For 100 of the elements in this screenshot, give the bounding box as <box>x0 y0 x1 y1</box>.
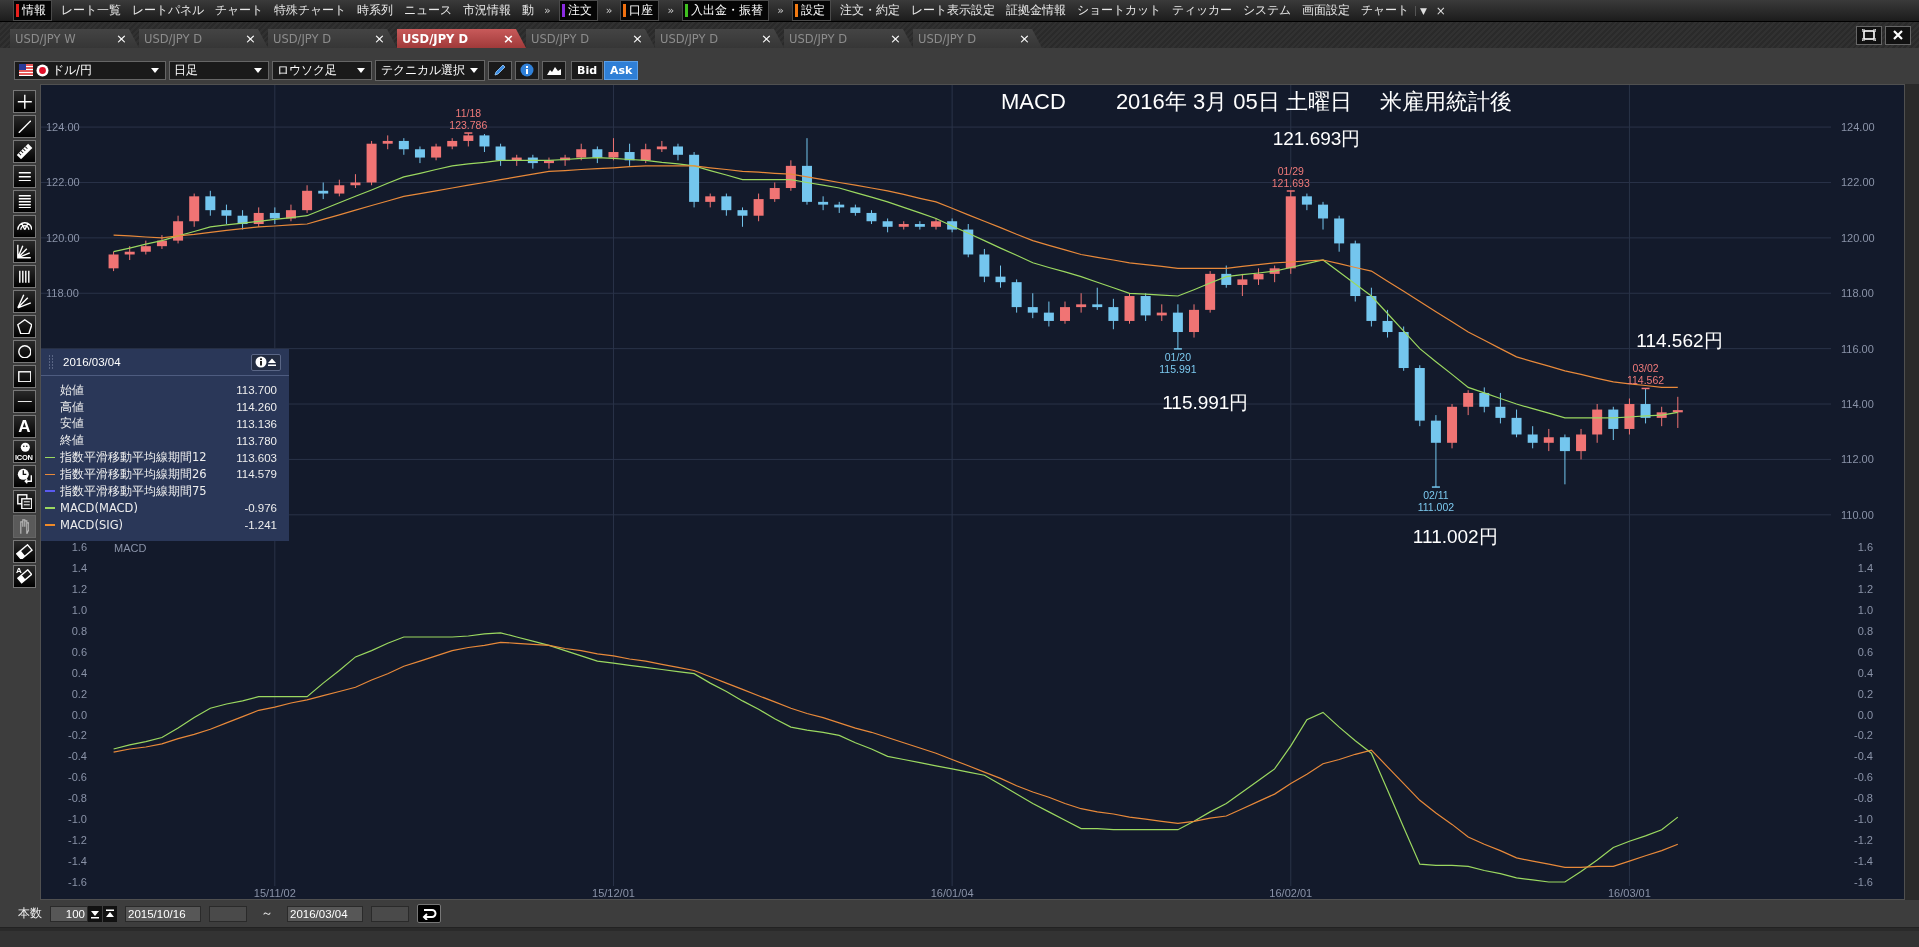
axis-label: 116.00 <box>1841 342 1874 355</box>
tab-close-button[interactable]: × <box>1019 31 1030 46</box>
menu-item[interactable]: 注文・約定 <box>834 2 905 19</box>
more-button[interactable]: » <box>540 4 555 17</box>
menu-item[interactable]: 口座 <box>620 0 660 21</box>
tab[interactable]: USD/JPY D × <box>139 29 268 48</box>
menu-item[interactable]: 注文 <box>558 0 598 21</box>
tab-close-button[interactable]: × <box>374 31 385 46</box>
decrease-button[interactable] <box>88 905 102 922</box>
menu-item[interactable]: 市況情報 <box>458 2 516 19</box>
tab-close-button[interactable]: × <box>503 31 514 46</box>
menu-item[interactable]: 情報 <box>13 0 52 21</box>
tool-button[interactable] <box>13 540 36 563</box>
tab[interactable]: USD/JPY D × <box>397 29 526 48</box>
dropdown[interactable]: 日足 <box>169 60 269 80</box>
dropdown[interactable]: ロウソク足 <box>272 60 372 80</box>
candlestick <box>689 151 700 208</box>
increase-button[interactable] <box>103 905 117 922</box>
axis-label: 110.00 <box>1841 508 1874 521</box>
menu-item[interactable]: 設定 <box>791 0 831 21</box>
menu-item[interactable]: 画面設定 <box>1296 2 1355 19</box>
tool-button[interactable] <box>13 90 36 113</box>
menu-item[interactable]: 入出金・振替 <box>682 0 770 21</box>
menu-item[interactable]: 証拠金情報 <box>1000 2 1071 19</box>
tab-close-button[interactable]: × <box>890 31 901 46</box>
tool-button[interactable] <box>13 465 36 488</box>
tab-close-button[interactable]: × <box>761 31 772 46</box>
candlestick <box>979 248 990 283</box>
axis-label: 0.4 <box>71 666 87 679</box>
tool-button[interactable] <box>13 265 36 288</box>
menu-item[interactable]: ショートカット <box>1071 2 1166 19</box>
tool-button[interactable] <box>13 340 36 363</box>
tool-button[interactable] <box>13 390 36 413</box>
menu-item[interactable]: レート一覧 <box>56 2 126 19</box>
menu-item[interactable]: 特殊チャート <box>269 2 351 19</box>
info-toggle-button[interactable] <box>251 353 281 371</box>
tool-button[interactable] <box>13 190 36 213</box>
apply-button[interactable] <box>417 904 441 923</box>
tool-button[interactable] <box>13 315 36 338</box>
axis-label: 0.8 <box>71 624 87 637</box>
menu-item[interactable]: レート表示設定 <box>905 2 1000 19</box>
more-button[interactable]: » <box>601 4 617 17</box>
candlestick <box>285 204 296 222</box>
menu-item[interactable]: チャート <box>1355 2 1414 19</box>
candlestick <box>1543 428 1554 452</box>
info-button[interactable] <box>515 60 539 80</box>
menu-item[interactable]: ニュース <box>399 2 457 19</box>
tab[interactable]: USD/JPY D × <box>913 29 1042 48</box>
tool-button[interactable] <box>13 490 36 513</box>
chart-title: MACD <box>114 542 147 554</box>
menu-item[interactable]: 時系列 <box>352 2 398 19</box>
tool-button[interactable] <box>13 165 36 188</box>
tool-button[interactable] <box>13 290 36 313</box>
lines-icon <box>17 194 32 209</box>
candlestick <box>253 206 264 228</box>
tab[interactable]: USD/JPY D × <box>655 29 784 48</box>
tab-close-button[interactable]: × <box>245 31 256 46</box>
count-field[interactable]: 100 <box>50 905 88 922</box>
candlestick <box>1076 292 1087 314</box>
currency-pair-dropdown[interactable]: ドル/円 <box>14 60 166 80</box>
tool-button[interactable]: A <box>13 565 36 588</box>
pencil-button[interactable] <box>488 60 512 80</box>
menu-item[interactable]: システム <box>1237 2 1296 19</box>
tool-button[interactable] <box>13 115 36 138</box>
menu-item[interactable]: チャート <box>210 2 268 19</box>
tool-button[interactable]: A <box>13 415 36 438</box>
tab[interactable]: USD/JPY D × <box>784 29 913 48</box>
candlestick <box>1221 265 1232 289</box>
close-button[interactable] <box>1885 25 1911 45</box>
axis-label: 122.00 <box>46 176 80 189</box>
price-side-button[interactable]: Ask <box>604 60 639 80</box>
tool-button[interactable] <box>13 140 36 163</box>
close-button[interactable]: × <box>1431 3 1450 18</box>
menu-item[interactable]: 動 <box>517 2 539 19</box>
tool-button[interactable] <box>13 365 36 388</box>
tool-button[interactable] <box>13 215 36 238</box>
candlestick <box>1398 326 1409 372</box>
price-side-button[interactable]: Bid <box>571 60 604 80</box>
tab-close-button[interactable]: × <box>116 31 127 46</box>
time-field[interactable] <box>371 905 409 922</box>
time-field[interactable] <box>209 905 247 922</box>
more-button[interactable]: » <box>773 4 788 17</box>
date-field[interactable]: 2015/10/16 <box>125 905 201 922</box>
tab-close-button[interactable]: × <box>632 31 643 46</box>
tab[interactable]: USD/JPY D × <box>526 29 655 48</box>
tab[interactable]: USD/JPY W × <box>10 29 139 48</box>
price-label: 111.002円 <box>1412 525 1498 547</box>
technical-select-button[interactable]: テクニカル選択 <box>375 59 485 81</box>
mountain-chart-button[interactable] <box>542 60 566 80</box>
tab[interactable]: USD/JPY D × <box>268 29 397 48</box>
value-label: 高値 <box>60 399 85 415</box>
candlestick <box>1060 301 1070 325</box>
menu-item[interactable]: ティッカー <box>1166 2 1237 19</box>
candlestick <box>1350 240 1361 303</box>
more-button[interactable]: » <box>663 4 679 17</box>
maximize-button[interactable] <box>1856 25 1882 45</box>
tool-button[interactable] <box>13 240 36 263</box>
menu-dropdown-button[interactable]: ▼ <box>1414 5 1431 16</box>
date-field[interactable]: 2016/03/04 <box>287 905 363 922</box>
menu-item[interactable]: レートパネル <box>127 2 209 19</box>
